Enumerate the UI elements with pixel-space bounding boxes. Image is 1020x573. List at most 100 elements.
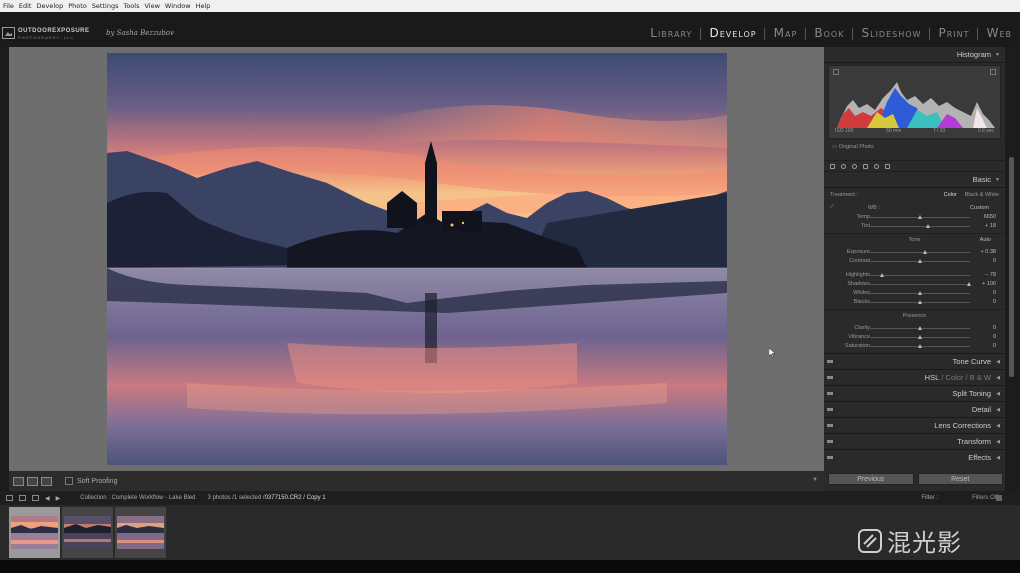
slider-knob[interactable]	[880, 273, 884, 277]
slider-value[interactable]: + 100	[982, 281, 996, 287]
color-tab[interactable]: Color	[946, 373, 964, 382]
basic-header[interactable]: Basic ▼	[824, 172, 1005, 188]
auto-tone-button[interactable]: Auto	[980, 237, 991, 243]
filter-select[interactable]: Filters Off	[972, 495, 998, 501]
slider-value[interactable]: 0	[993, 334, 996, 340]
bw-tab[interactable]: B & W	[970, 373, 991, 382]
slider-value[interactable]: + 18	[985, 223, 996, 229]
slider-knob[interactable]	[923, 250, 927, 254]
module-map[interactable]: Map	[774, 26, 798, 40]
slider-knob[interactable]	[918, 215, 922, 219]
module-print[interactable]: Print	[939, 26, 970, 40]
soft-proofing-checkbox[interactable]	[65, 477, 73, 485]
slider-value[interactable]: 0	[993, 325, 996, 331]
panel-switch-icon[interactable]	[827, 456, 833, 459]
panel-switch-icon[interactable]	[827, 408, 833, 411]
adjustment-brush-icon[interactable]	[885, 163, 890, 169]
slider-track[interactable]	[870, 252, 970, 253]
left-panel-collapsed[interactable]	[0, 47, 9, 491]
module-library[interactable]: Library	[650, 26, 692, 40]
back-arrow-icon[interactable]: ◀	[45, 495, 50, 502]
image-canvas[interactable]	[9, 47, 824, 471]
hsl-panel-header[interactable]: HSL / Color / B & W ◀	[824, 369, 1005, 385]
photo-preview[interactable]	[107, 53, 727, 465]
slider-vibrance[interactable]: Vibrance 0	[824, 333, 1005, 342]
menu-edit[interactable]: Edit	[19, 2, 32, 10]
selected-filename[interactable]: 0377150.CR2 / Copy 1	[265, 495, 326, 501]
eyedropper-icon[interactable]: ⟋	[830, 204, 834, 211]
slider-knob[interactable]	[918, 291, 922, 295]
forward-arrow-icon[interactable]: ▶	[56, 495, 61, 502]
slider-knob[interactable]	[918, 326, 922, 330]
shadow-clipping-icon[interactable]	[833, 69, 839, 75]
menu-settings[interactable]: Settings	[92, 2, 119, 10]
transform-panel-header[interactable]: Transform ◀	[824, 433, 1005, 449]
panel-switch-icon[interactable]	[827, 392, 833, 395]
slider-value[interactable]: + 0.38	[981, 249, 996, 255]
red-eye-tool-icon[interactable]	[852, 163, 857, 169]
module-web[interactable]: Web	[987, 26, 1012, 40]
menu-help[interactable]: Help	[196, 2, 211, 10]
module-book[interactable]: Book	[814, 26, 844, 40]
spot-removal-tool-icon[interactable]	[841, 163, 846, 169]
filter-lock-icon[interactable]	[996, 495, 1002, 501]
expand-triangle-icon[interactable]: ◀	[996, 423, 1000, 429]
expand-triangle-icon[interactable]: ◀	[996, 391, 1000, 397]
slider-shadows[interactable]: Shadows + 100	[824, 280, 1005, 289]
detail-panel-header[interactable]: Detail ◀	[824, 401, 1005, 417]
expand-triangle-icon[interactable]: ◀	[996, 407, 1000, 413]
slider-track[interactable]	[870, 226, 970, 227]
slider-tint[interactable]: Tint + 18	[824, 222, 1005, 231]
histogram-header[interactable]: Histogram ▼	[824, 47, 1005, 63]
slider-track[interactable]	[870, 284, 970, 285]
slider-blacks[interactable]: Blacks 0	[824, 298, 1005, 307]
slider-value[interactable]: 0	[993, 343, 996, 349]
slider-value[interactable]: − 78	[985, 272, 996, 278]
expand-triangle-icon[interactable]: ◀	[996, 359, 1000, 365]
collapse-triangle-icon[interactable]: ▼	[995, 177, 1000, 183]
radial-filter-icon[interactable]	[874, 163, 879, 169]
highlight-clipping-icon[interactable]	[990, 69, 996, 75]
menu-window[interactable]: Window	[165, 2, 191, 10]
split-toning-panel-header[interactable]: Split Toning ◀	[824, 385, 1005, 401]
hsl-tab[interactable]: HSL	[925, 373, 940, 382]
before-after-view-icon[interactable]	[27, 476, 38, 486]
reset-button[interactable]: Reset	[917, 473, 1003, 485]
module-slideshow[interactable]: Slideshow	[862, 26, 922, 40]
expand-triangle-icon[interactable]: ◀	[996, 375, 1000, 381]
collection-path[interactable]: Collection : Complete Workflow - Lake Bl…	[80, 495, 195, 501]
filmstrip-thumbnail[interactable]	[62, 507, 113, 558]
histogram[interactable]: ISO 100 50 mm f / 10 0.8 sec	[828, 65, 1001, 139]
slider-highlights[interactable]: Highlights − 78	[824, 271, 1005, 280]
slider-whites[interactable]: Whites 0	[824, 289, 1005, 298]
slider-value[interactable]: 0	[993, 290, 996, 296]
slider-knob[interactable]	[918, 344, 922, 348]
second-window-icon[interactable]	[19, 495, 26, 501]
right-panel-scrollbar[interactable]	[1005, 47, 1020, 491]
previous-button[interactable]: Previous	[828, 473, 914, 485]
scrollbar-thumb[interactable]	[1009, 157, 1014, 377]
slider-saturation[interactable]: Saturation 0	[824, 342, 1005, 351]
slider-clarity[interactable]: Clarity 0	[824, 324, 1005, 333]
menu-tools[interactable]: Tools	[123, 2, 139, 10]
slider-knob[interactable]	[918, 335, 922, 339]
collapse-triangle-icon[interactable]: ▼	[995, 52, 1000, 58]
treatment-bw-option[interactable]: Black & White	[965, 192, 999, 198]
expand-triangle-icon[interactable]: ◀	[996, 455, 1000, 461]
graduated-filter-icon[interactable]	[863, 163, 868, 169]
loupe-view-icon[interactable]	[13, 476, 24, 486]
before-after-split-icon[interactable]	[41, 476, 52, 486]
expand-triangle-icon[interactable]: ◀	[996, 439, 1000, 445]
treatment-color-option[interactable]: Color	[944, 192, 957, 198]
slider-value[interactable]: 0	[993, 299, 996, 305]
slider-value[interactable]: 6650	[984, 214, 996, 220]
filmstrip-thumbnail[interactable]	[9, 507, 60, 558]
wb-preset-select[interactable]: Custom	[970, 205, 989, 211]
menu-view[interactable]: View	[144, 2, 159, 10]
module-develop[interactable]: Develop	[710, 26, 757, 40]
slider-track[interactable]	[870, 275, 970, 276]
filmstrip-thumbnail[interactable]	[115, 507, 166, 558]
slider-knob[interactable]	[967, 282, 971, 286]
grid-icon[interactable]	[32, 495, 39, 501]
tone-curve-panel-header[interactable]: Tone Curve ◀	[824, 353, 1005, 369]
